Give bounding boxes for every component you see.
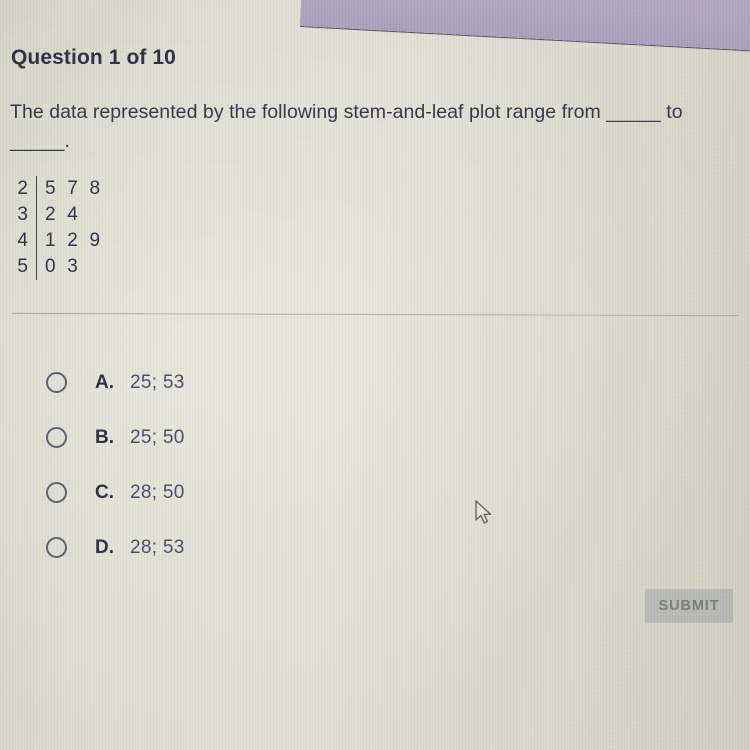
stem-leaf-row: 3 2 4	[10, 202, 103, 228]
answer-option-d[interactable]: D. 28; 53	[46, 520, 446, 575]
option-value: 28; 53	[130, 536, 185, 558]
option-value: 25; 53	[130, 371, 185, 393]
answer-option-b[interactable]: B. 25; 50	[46, 410, 446, 465]
leaf-values: 1 2 9	[45, 230, 104, 251]
leaf-values: 0 3	[45, 256, 82, 277]
quiz-content: Question 1 of 10 The data represented by…	[0, 0, 750, 750]
stem-leaf-row: 4 1 2 9	[10, 228, 103, 254]
option-letter: C.	[95, 481, 114, 503]
stem-value: 4	[17, 230, 28, 251]
answer-options-list: A. 25; 53 B. 25; 50 C. 28; 50 D. 28; 53	[46, 355, 446, 575]
stem-value: 2	[17, 178, 28, 199]
option-letter: B.	[95, 426, 114, 448]
section-divider	[12, 312, 739, 317]
stem-leaf-row: 5 0 3	[10, 254, 103, 280]
option-value: 25; 50	[130, 426, 185, 448]
answer-option-a[interactable]: A. 25; 53	[46, 355, 446, 410]
photo-canvas: Question 1 of 10 The data represented by…	[0, 0, 750, 750]
leaf-values: 2 4	[45, 204, 82, 225]
leaf-values: 5 7 8	[45, 178, 104, 199]
question-prompt: The data represented by the following st…	[10, 101, 683, 152]
stem-and-leaf-plot: 2 5 7 8 3 2 4 4 1 2 9 5 0 3	[10, 176, 103, 280]
answer-option-c[interactable]: C. 28; 50	[46, 465, 446, 520]
option-value: 28; 50	[130, 481, 185, 503]
radio-button-icon[interactable]	[46, 482, 67, 503]
option-letter: D.	[95, 536, 114, 558]
option-letter: A.	[95, 371, 114, 393]
page-title: Question 1 of 10	[11, 46, 176, 69]
mouse-pointer-icon	[475, 500, 492, 524]
submit-button[interactable]: SUBMIT	[645, 589, 733, 623]
radio-button-icon[interactable]	[46, 372, 67, 393]
stem-value: 3	[17, 204, 28, 225]
stem-value: 5	[17, 256, 28, 277]
stem-leaf-row: 2 5 7 8	[10, 176, 103, 202]
radio-button-icon[interactable]	[46, 537, 67, 558]
radio-button-icon[interactable]	[46, 427, 67, 448]
